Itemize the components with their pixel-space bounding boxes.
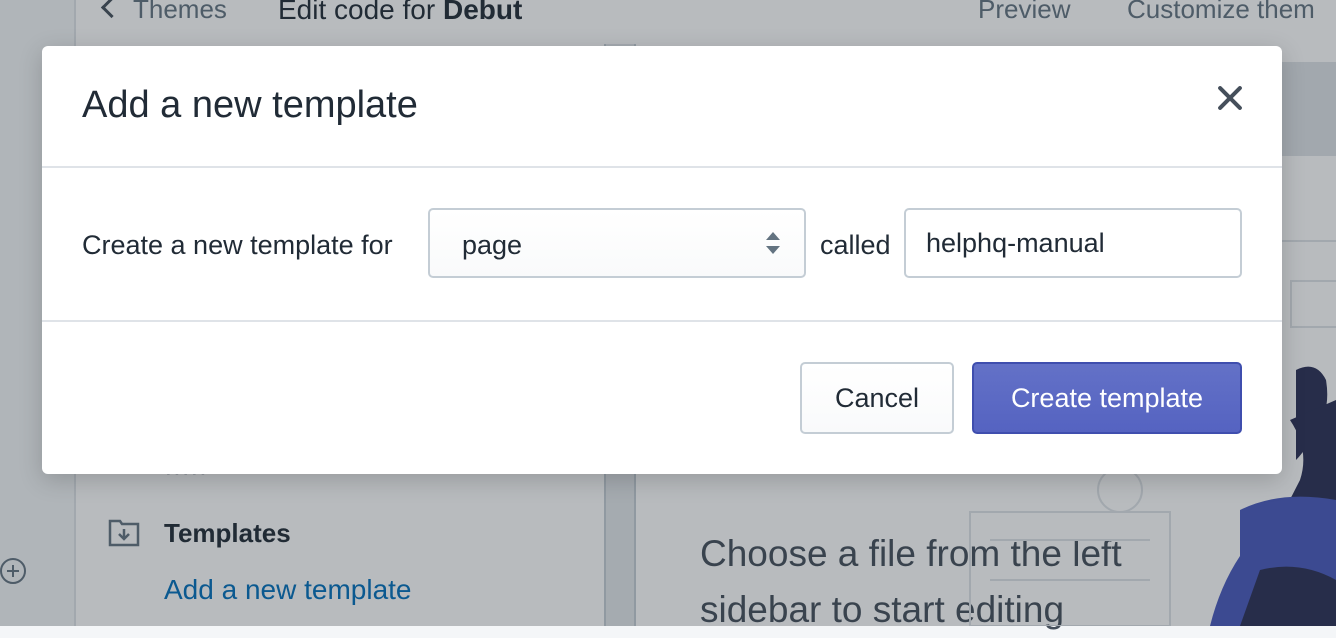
- template-type-select[interactable]: page: [428, 208, 806, 278]
- cancel-button[interactable]: Cancel: [800, 362, 954, 434]
- dialog-header: Add a new template: [42, 46, 1282, 168]
- close-icon[interactable]: [1208, 76, 1252, 120]
- template-name-label: called: [820, 230, 891, 260]
- template-type-value: page: [462, 230, 523, 260]
- dialog-body: Create a new template for page called: [42, 168, 1282, 322]
- template-type-label: Create a new template for: [82, 230, 393, 260]
- add-template-dialog: Add a new template Create a new template…: [42, 46, 1282, 474]
- create-template-button[interactable]: Create template: [972, 362, 1242, 434]
- select-arrows-icon: [766, 232, 780, 256]
- template-name-input[interactable]: [904, 208, 1242, 278]
- dialog-title: Add a new template: [82, 84, 418, 126]
